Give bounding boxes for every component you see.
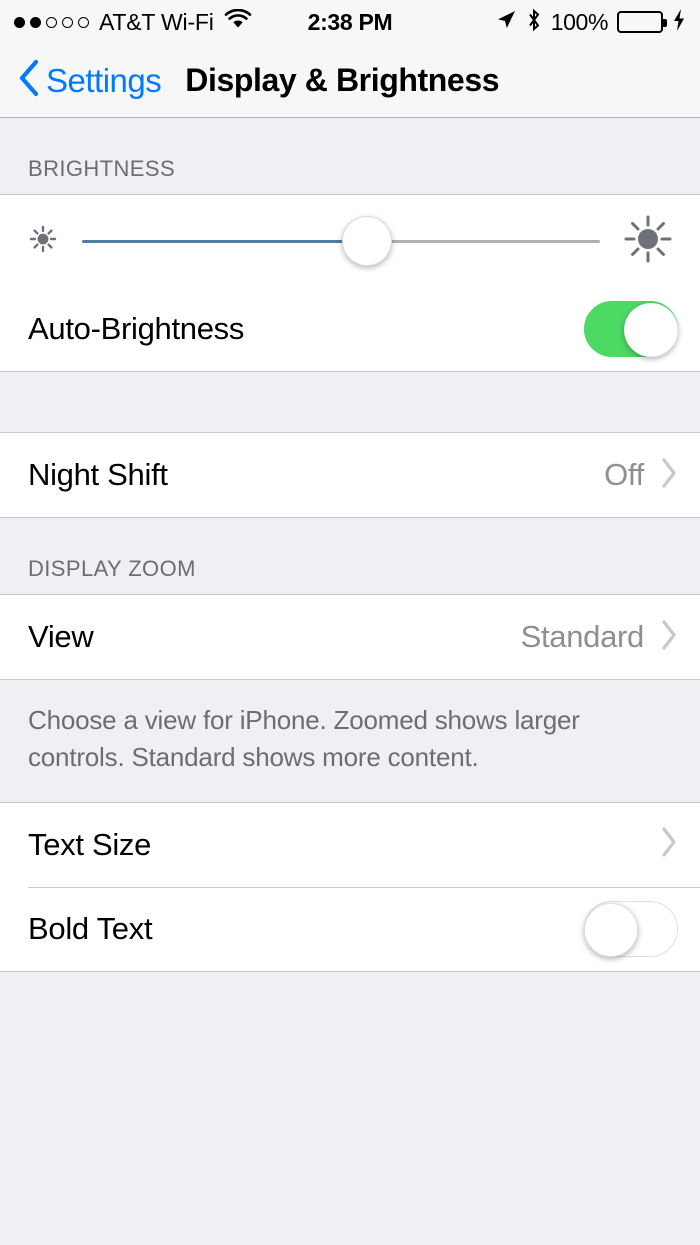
row-night-shift[interactable]: Night Shift Off	[0, 433, 700, 517]
text-size-label: Text Size	[28, 826, 152, 862]
signal-strength-dots	[14, 16, 89, 28]
chevron-right-icon	[660, 457, 678, 494]
bluetooth-icon	[526, 8, 542, 37]
status-bar-left: AT&T Wi-Fi	[14, 8, 252, 36]
view-label: View	[28, 619, 94, 654]
row-text-size[interactable]: Text Size	[0, 802, 700, 887]
battery-percentage: 100%	[550, 8, 609, 35]
bold-text-label: Bold Text	[28, 910, 153, 946]
signal-dot-3	[46, 16, 57, 28]
section-header-brightness: BRIGHTNESS	[28, 156, 176, 181]
display-zoom-footer: Choose a view for iPhone. Zoomed shows l…	[28, 705, 580, 772]
row-view[interactable]: View Standard	[0, 595, 700, 679]
status-bar-right: 100%	[495, 8, 686, 37]
auto-brightness-label: Auto-Brightness	[28, 311, 245, 346]
brightness-group: Auto-Brightness	[0, 194, 700, 372]
sun-small-icon	[26, 222, 60, 261]
navigation-bar: Settings Display & Brightness	[0, 44, 700, 118]
back-button-label: Settings	[46, 61, 162, 99]
carrier-label: AT&T Wi-Fi	[99, 8, 214, 35]
auto-brightness-toggle[interactable]	[584, 301, 678, 357]
chevron-left-icon	[18, 59, 40, 102]
chevron-right-icon	[660, 619, 678, 656]
display-zoom-group: View Standard	[0, 594, 700, 680]
view-value: Standard	[520, 619, 645, 654]
signal-dot-4	[62, 16, 73, 28]
signal-dot-2	[30, 16, 41, 28]
section-gap-1	[0, 372, 700, 432]
chevron-right-icon	[660, 826, 678, 863]
bold-text-toggle[interactable]	[584, 900, 678, 957]
night-shift-value: Off	[604, 457, 644, 492]
section-header-display-zoom: DISPLAY ZOOM	[28, 556, 196, 581]
slider-track-fill	[82, 239, 367, 243]
signal-dot-5	[78, 16, 89, 28]
brightness-slider-row[interactable]	[0, 195, 700, 287]
slider-thumb[interactable]	[341, 216, 392, 266]
lightning-bolt-icon	[672, 8, 686, 37]
back-button[interactable]: Settings	[18, 59, 162, 102]
status-bar-clock: 2:38 PM	[307, 8, 393, 35]
brightness-slider[interactable]	[82, 216, 600, 266]
row-bold-text[interactable]: Bold Text	[0, 886, 700, 971]
battery-icon	[617, 11, 667, 33]
wifi-icon	[224, 8, 252, 36]
text-group: Text Size Bold Text	[0, 801, 700, 972]
page-title: Display & Brightness	[185, 62, 500, 98]
status-bar: AT&T Wi-Fi 2:38 PM 100%	[0, 0, 700, 44]
row-auto-brightness[interactable]: Auto-Brightness	[0, 287, 700, 371]
sun-large-icon	[622, 213, 674, 270]
toggle-knob	[584, 902, 638, 957]
signal-dot-1	[14, 16, 25, 28]
location-arrow-icon	[495, 9, 517, 36]
toggle-knob	[624, 303, 678, 357]
night-shift-label: Night Shift	[28, 457, 168, 492]
night-shift-group: Night Shift Off	[0, 432, 700, 518]
